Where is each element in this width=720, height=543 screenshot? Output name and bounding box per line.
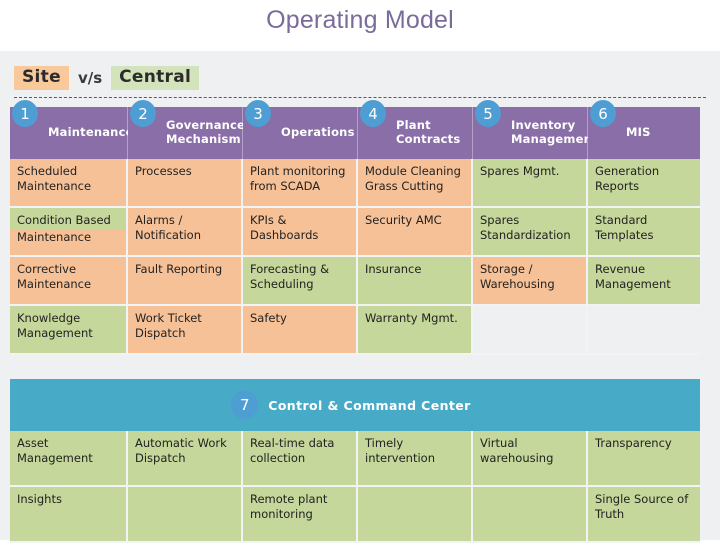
matrix-cell	[128, 487, 243, 543]
matrix-cell: Real-time data collection	[243, 431, 358, 487]
matrix-body: Scheduled Maintenance Processes Plant moni…	[10, 159, 700, 355]
matrix-cell: Revenue Management	[588, 257, 700, 306]
ccc-header-bar: 7 Control & Command Center	[10, 379, 700, 431]
matrix-cell	[473, 487, 588, 543]
matrix-cell: KPIs & Dashboards	[243, 208, 358, 257]
column-number-badge: 3	[245, 100, 271, 127]
ccc-title: Control & Command Center	[268, 397, 471, 413]
matrix-cell: Safety	[243, 306, 358, 355]
column-number-badge: 5	[475, 100, 501, 127]
legend-site-chip: Site	[14, 65, 69, 91]
matrix-row: Corrective Maintenance Fault Reporting For…	[10, 257, 700, 306]
matrix-column-header: 6 MIS	[588, 100, 700, 159]
matrix-cell: Insurance	[358, 257, 473, 306]
matrix-cell-line-site: Maintenance	[10, 230, 126, 251]
matrix-cell: Automatic Work Dispatch	[128, 431, 243, 487]
slide-canvas: Site v/s Central 1 Maintenance 2 Governance…	[0, 51, 720, 543]
matrix-cell: Warranty Mgmt.	[358, 306, 473, 355]
matrix-cell-line-central: Condition Based	[10, 208, 126, 231]
matrix-cell: Asset Management	[10, 431, 128, 487]
ccc-body: Asset Management Automatic Work Dispatch R…	[10, 431, 700, 543]
matrix-cell: Forecasting & Scheduling	[243, 257, 358, 306]
matrix-row: Insights Remote plant monitoring Single So…	[10, 487, 700, 543]
operating-model-matrix: 1 Maintenance 2 Governance Mechanism 3 Operat…	[10, 100, 700, 355]
matrix-column-header: 5 Inventory Management	[473, 100, 597, 159]
matrix-cell: Spares Standardization	[473, 208, 588, 257]
column-header-label: MIS	[626, 125, 651, 140]
column-number-badge: 4	[360, 100, 386, 127]
matrix-column-header: 4 Plant Contracts	[358, 100, 473, 159]
matrix-cell: Generation Reports	[588, 159, 700, 208]
matrix-cell: Condition Based Maintenance	[10, 208, 128, 257]
matrix-cell: Corrective Maintenance	[10, 257, 128, 306]
matrix-cell: Work Ticket Dispatch	[128, 306, 243, 355]
matrix-cell: Processes	[128, 159, 243, 208]
ccc-header-inner: 7 Control & Command Center	[231, 391, 471, 419]
matrix-cell: Knowledge Management	[10, 306, 128, 355]
matrix-cell: Alarms / Notification	[128, 208, 243, 257]
matrix-row: Condition Based Maintenance Alarms / Notif…	[10, 208, 700, 257]
matrix-cell: Virtual warehousing	[473, 431, 588, 487]
matrix-cell: Timely intervention	[358, 431, 473, 487]
control-command-center-matrix: 7 Control & Command Center Asset Managem…	[10, 379, 700, 543]
matrix-column-header: 2 Governance Mechanism	[128, 100, 245, 159]
legend-divider	[14, 97, 706, 98]
matrix-cell: Plant monitoring from SCADA	[243, 159, 358, 208]
matrix-cell: Remote plant monitoring	[243, 487, 358, 543]
legend: Site v/s Central	[14, 61, 200, 95]
matrix-cell: Fault Reporting	[128, 257, 243, 306]
matrix-cell: Module Cleaning Grass Cutting	[358, 159, 473, 208]
matrix-cell: Insights	[10, 487, 128, 543]
column-number-badge: 2	[130, 100, 156, 127]
matrix-cell: Single Source of Truth	[588, 487, 700, 543]
matrix-cell	[358, 487, 473, 543]
column-header-label: Operations	[281, 125, 355, 140]
matrix-header-row: 1 Maintenance 2 Governance Mechanism 3 Operat…	[10, 100, 700, 159]
matrix-cell: Standard Templates	[588, 208, 700, 257]
matrix-column-header: 3 Operations	[243, 100, 358, 159]
matrix-cell	[473, 306, 588, 355]
legend-central-chip: Central	[111, 65, 200, 91]
matrix-column-header: 1 Maintenance	[10, 100, 133, 159]
matrix-cell	[588, 306, 700, 355]
matrix-cell: Spares Mgmt.	[473, 159, 588, 208]
legend-vs-label: v/s	[77, 69, 103, 87]
column-header-label: Maintenance	[48, 125, 134, 140]
ccc-number-badge: 7	[231, 391, 259, 419]
matrix-cell: Security AMC	[358, 208, 473, 257]
matrix-row: Knowledge Management Work Ticket Dispatch…	[10, 306, 700, 355]
column-number-badge: 6	[590, 100, 616, 127]
matrix-row: Scheduled Maintenance Processes Plant moni…	[10, 159, 700, 208]
column-number-badge: 1	[12, 100, 38, 127]
matrix-cell: Transparency	[588, 431, 700, 487]
matrix-row: Asset Management Automatic Work Dispatch R…	[10, 431, 700, 487]
matrix-cell: Storage / Warehousing	[473, 257, 588, 306]
page-title: Operating Model	[266, 6, 454, 34]
matrix-cell: Scheduled Maintenance	[10, 159, 128, 208]
